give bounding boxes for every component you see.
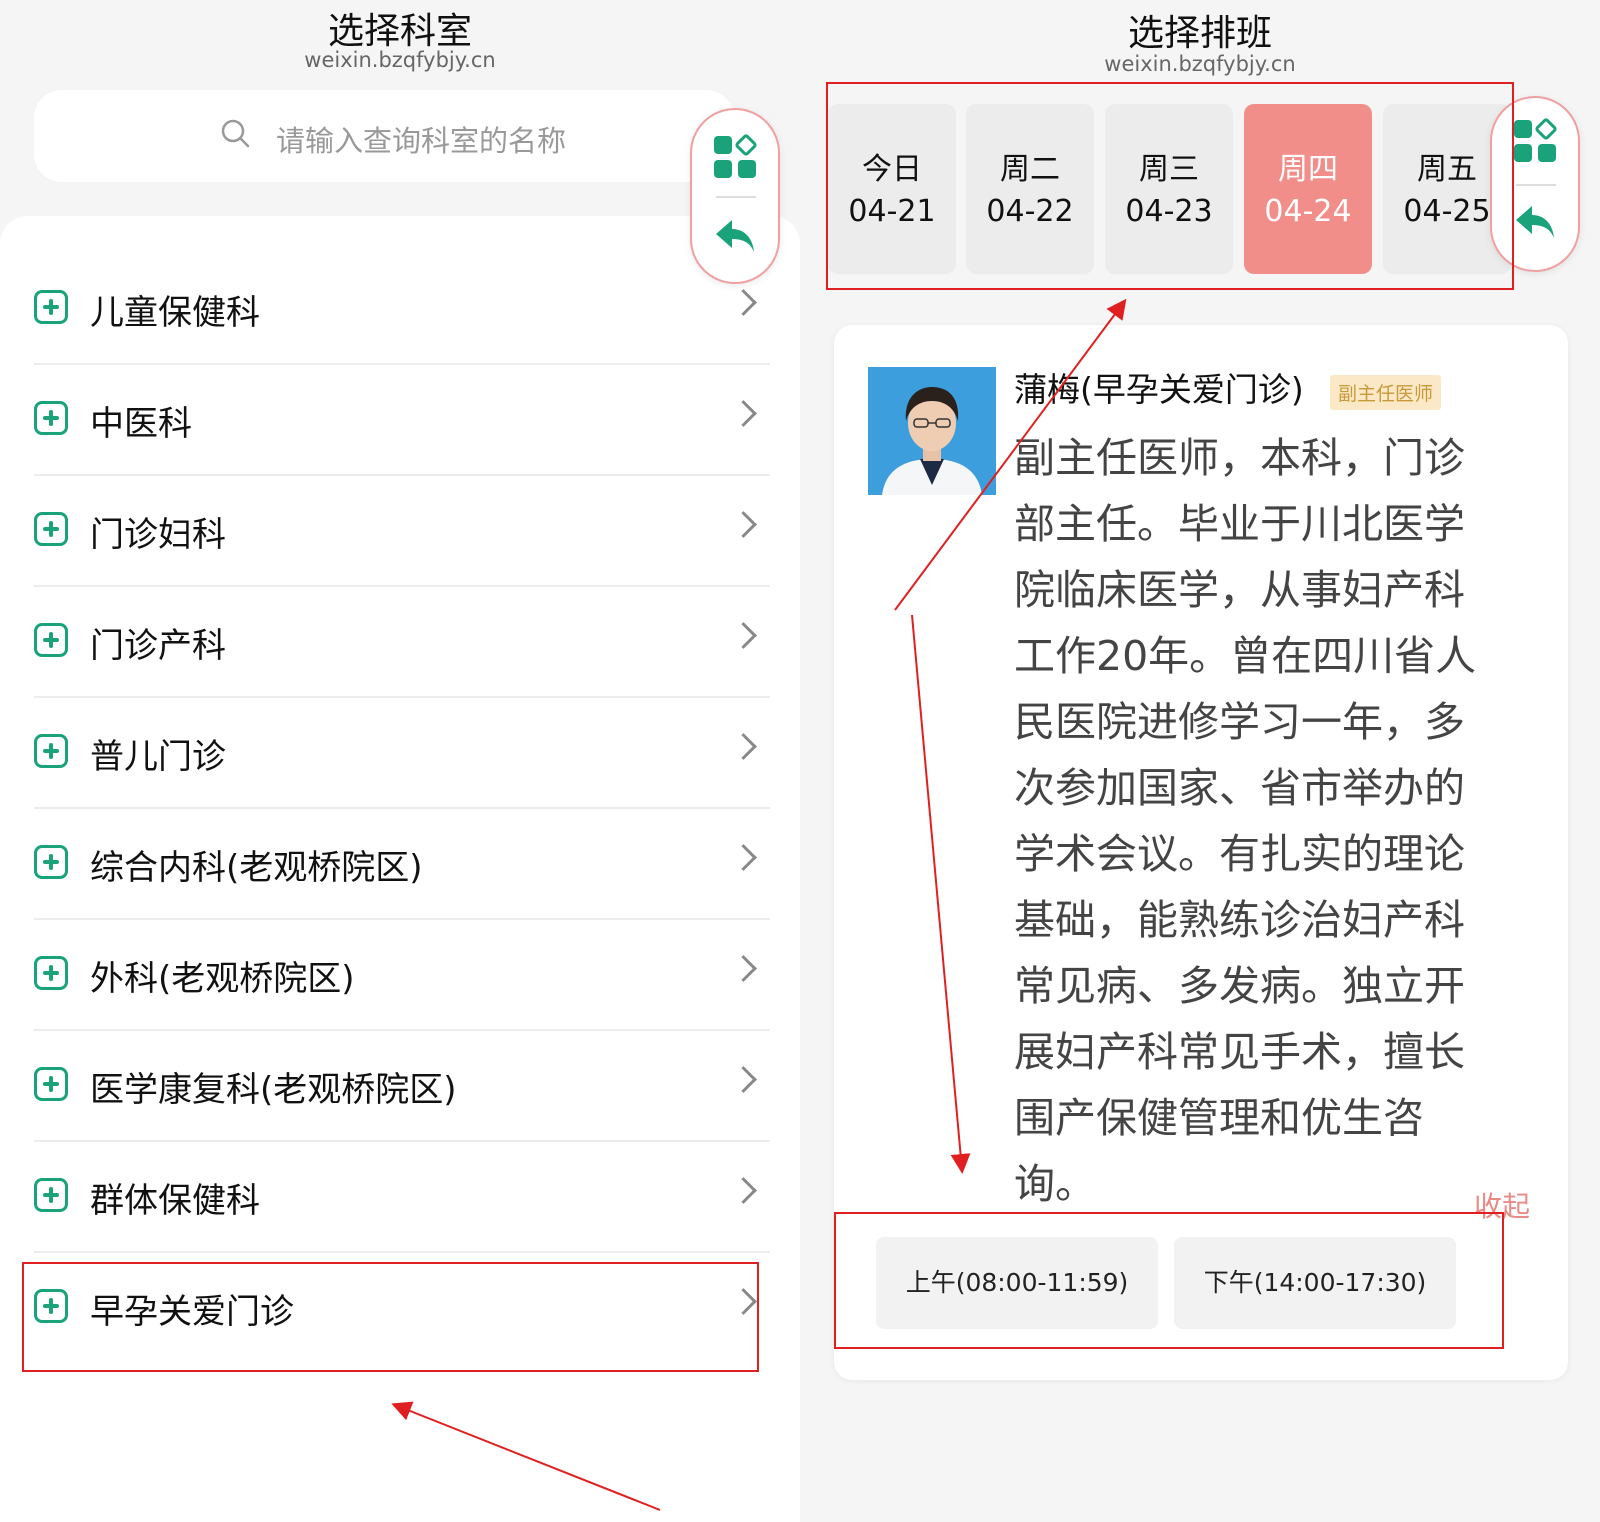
annotation-arrows [391,298,1127,1511]
annotation-arrow [911,614,971,1174]
annotation-arrow [894,298,1127,611]
annotation-arrow [391,1401,661,1511]
